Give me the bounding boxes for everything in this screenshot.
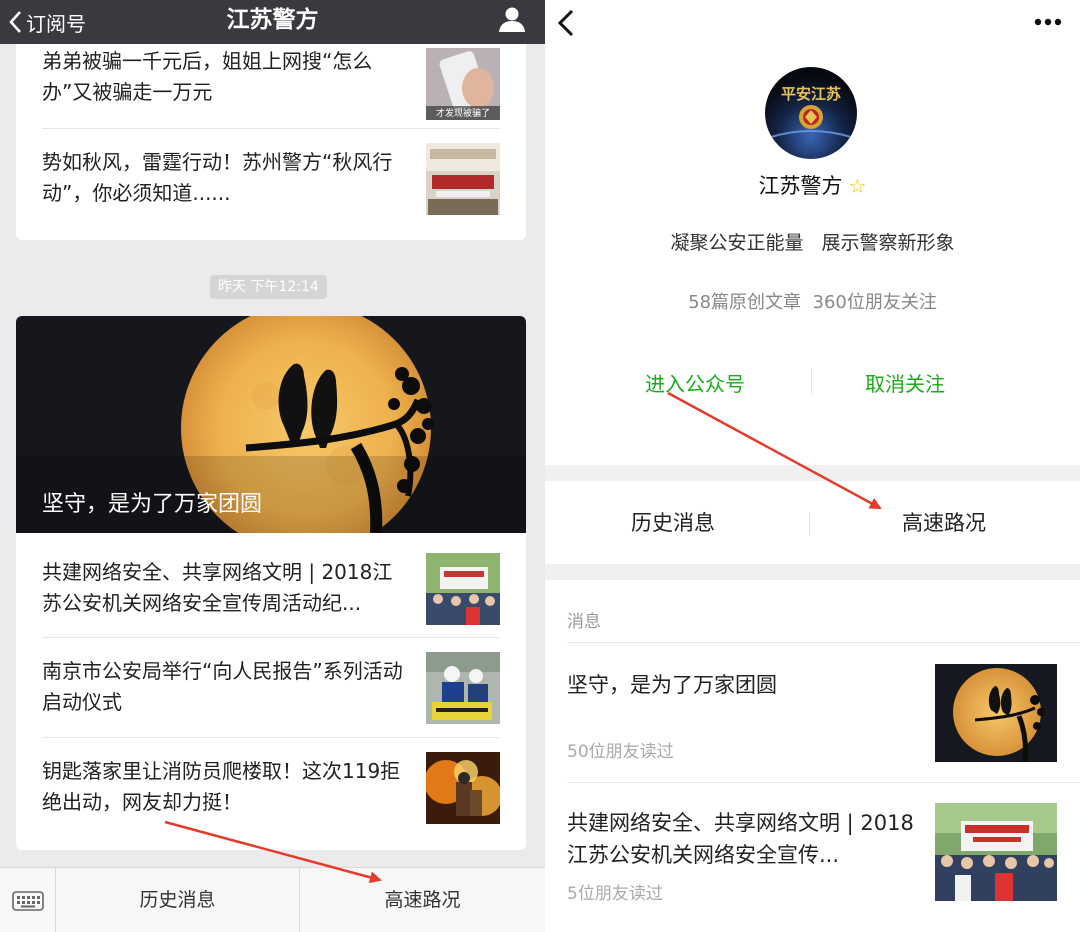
article-thumbnail bbox=[426, 652, 500, 724]
article-card-previous: 弟弟被骗一千元后，姐姐上网搜“怎么办”又被骗走一万元 才发现被骗了 势如秋风，雷… bbox=[16, 30, 526, 240]
article-thumbnail: 才发现被骗了 bbox=[426, 48, 500, 120]
message-title: 坚守，是为了万家团圆 bbox=[567, 673, 777, 697]
message-timestamp: 昨天 下午12:14 bbox=[210, 275, 327, 299]
more-options-icon[interactable] bbox=[1032, 10, 1064, 34]
subscription-chat-panel: 弟弟被骗一千元后，姐姐上网搜“怎么办”又被骗走一万元 才发现被骗了 势如秋风，雷… bbox=[0, 0, 545, 932]
article-row[interactable]: 钥匙落家里让消防员爬楼取！这次119拒绝出动，网友却力挺！ bbox=[42, 737, 500, 837]
article-row[interactable]: 南京市公安局举行“向人民报告”系列活动启动仪式 bbox=[42, 637, 500, 737]
menu-highway-traffic[interactable]: 高速路况 bbox=[300, 868, 545, 932]
section-gap bbox=[545, 564, 1080, 580]
account-name: 江苏警方 bbox=[758, 174, 843, 198]
enter-account-button[interactable]: 进入公众号 bbox=[645, 368, 745, 397]
unfollow-button[interactable]: 取消关注 bbox=[865, 368, 945, 397]
article-row[interactable]: 共建网络安全、共享网络文明 | 2018江苏公安机关网络安全宣传周活动纪... bbox=[42, 533, 500, 637]
account-profile-panel: 平安江苏 江苏警方 ☆ 凝聚公安正能量 展示警察新形象 58篇原创文章 360位朋… bbox=[545, 0, 1080, 932]
article-card-latest: 坚守，是为了万家团圆 共建网络安全、共享网络文明 | 2018江苏公安机关网络安… bbox=[16, 316, 526, 850]
page-title: 江苏警方 bbox=[226, 7, 319, 33]
message-item[interactable]: 坚守，是为了万家团圆 50位朋友读过 bbox=[567, 642, 1080, 782]
account-menu-bar: 历史消息 高速路况 bbox=[545, 482, 1080, 564]
account-avatar[interactable]: 平安江苏 bbox=[765, 67, 857, 159]
message-title: 共建网络安全、共享网络文明 | 2018江苏公安机关网络安全宣传... bbox=[567, 811, 914, 867]
article-thumbnail bbox=[426, 752, 500, 824]
bottom-menu-bar: 历史消息 高速路况 bbox=[0, 867, 545, 932]
article-thumbnail bbox=[426, 143, 500, 215]
message-read-count: 50位朋友读过 bbox=[567, 742, 674, 762]
message-item[interactable]: 共建网络安全、共享网络文明 | 2018江苏公安机关网络安全宣传... 5位朋友… bbox=[567, 782, 1080, 922]
section-gap bbox=[545, 465, 1080, 481]
hero-article-title: 坚守，是为了万家团圆 bbox=[42, 492, 263, 517]
account-slogan: 凝聚公安正能量 展示警察新形象 bbox=[670, 232, 955, 254]
message-read-count: 5位朋友读过 bbox=[567, 884, 663, 904]
hero-article[interactable]: 坚守，是为了万家团圆 bbox=[16, 316, 526, 533]
message-thumbnail bbox=[935, 664, 1057, 762]
message-thumbnail bbox=[935, 803, 1057, 901]
keyboard-toggle-button[interactable] bbox=[0, 868, 56, 932]
article-title: 共建网络安全、共享网络文明 | 2018江苏公安机关网络安全宣传周活动纪... bbox=[42, 560, 393, 615]
article-title: 势如秋风，雷霆行动！苏州警方“秋风行动”，你必须知道...... bbox=[42, 150, 393, 205]
menu-divider bbox=[809, 512, 810, 536]
account-name-row: 江苏警方 ☆ bbox=[545, 170, 1080, 200]
account-stats: 58篇原创文章 360位朋友关注 bbox=[688, 292, 937, 313]
keyboard-icon bbox=[11, 890, 44, 911]
article-title: 南京市公安局举行“向人民报告”系列活动启动仪式 bbox=[42, 659, 403, 714]
profile-icon[interactable] bbox=[497, 5, 527, 35]
article-row[interactable]: 势如秋风，雷霆行动！苏州警方“秋风行动”，你必须知道...... bbox=[42, 128, 500, 240]
back-icon[interactable] bbox=[551, 8, 581, 38]
article-title: 弟弟被骗一千元后，姐姐上网搜“怎么办”又被骗走一万元 bbox=[42, 49, 373, 104]
top-navbar: 订阅号 江苏警方 bbox=[0, 0, 545, 44]
article-thumbnail bbox=[426, 553, 500, 625]
messages-section-label: 消息 bbox=[567, 612, 601, 632]
action-divider bbox=[811, 368, 812, 394]
thumbnail-caption: 才发现被骗了 bbox=[436, 107, 490, 119]
avatar-logo-text: 平安江苏 bbox=[781, 85, 841, 103]
menu-highway-traffic[interactable]: 高速路况 bbox=[902, 482, 986, 564]
menu-history-messages[interactable]: 历史消息 bbox=[631, 482, 715, 564]
star-icon[interactable]: ☆ bbox=[849, 174, 867, 198]
article-title: 钥匙落家里让消防员爬楼取！这次119拒绝出动，网友却力挺！ bbox=[42, 759, 401, 814]
menu-history-messages[interactable]: 历史消息 bbox=[56, 868, 300, 932]
